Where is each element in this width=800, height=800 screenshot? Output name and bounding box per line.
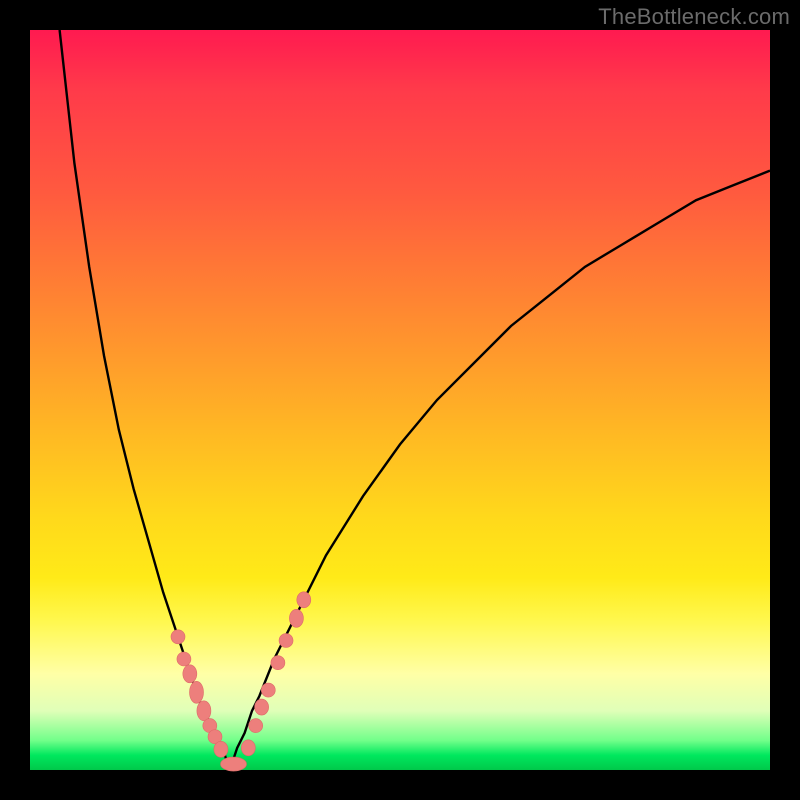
plot-area <box>30 30 770 770</box>
chart-svg <box>30 30 770 770</box>
data-marker <box>221 757 247 771</box>
data-marker <box>261 683 275 697</box>
data-marker <box>190 681 204 703</box>
data-marker <box>183 665 197 683</box>
data-marker <box>279 634 293 648</box>
data-marker <box>171 630 185 644</box>
watermark-text: TheBottleneck.com <box>598 4 790 30</box>
data-marker <box>255 699 269 715</box>
data-marker <box>177 652 191 666</box>
chart-frame: TheBottleneck.com <box>0 0 800 800</box>
curve-left-branch <box>60 30 230 770</box>
data-marker <box>241 740 255 756</box>
curve-right-branch <box>230 171 770 770</box>
data-marker <box>289 609 303 627</box>
data-marker <box>271 656 285 670</box>
data-marker <box>197 701 211 721</box>
data-marker <box>249 719 263 733</box>
data-marker <box>214 741 228 757</box>
data-marker <box>297 592 311 608</box>
data-markers <box>171 592 311 771</box>
